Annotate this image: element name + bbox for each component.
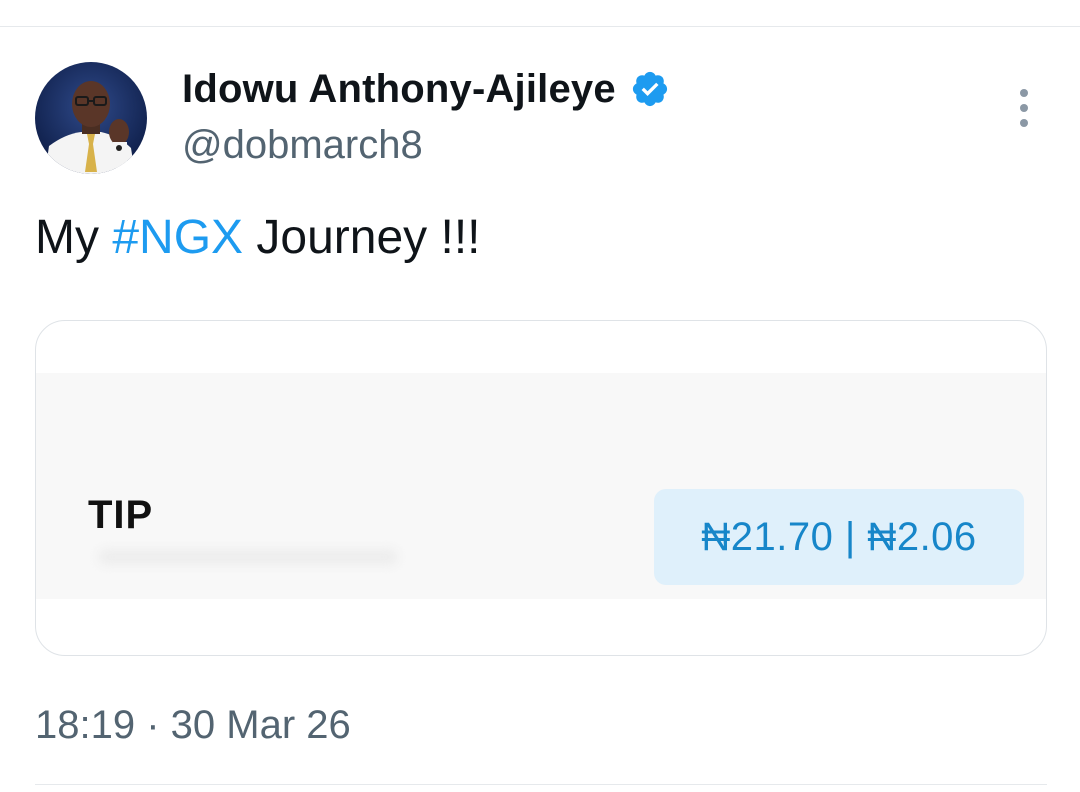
hashtag-link[interactable]: #NGX — [112, 211, 243, 264]
avatar-image — [35, 62, 147, 174]
ticker-symbol: TIP — [88, 493, 154, 537]
top-divider — [0, 26, 1080, 27]
more-dot — [1020, 119, 1028, 127]
avatar[interactable] — [35, 62, 147, 174]
more-vertical-icon — [1020, 89, 1028, 97]
tweet-page: Idowu Anthony-Ajileye @dobmarch8 My #NGX… — [0, 0, 1080, 792]
user-handle[interactable]: @dobmarch8 — [182, 122, 423, 168]
display-name-text[interactable]: Idowu Anthony-Ajileye — [182, 66, 616, 112]
tweet-text-before: My — [35, 211, 113, 264]
stock-row: TIP ₦21.70 | ₦2.06 — [36, 373, 1046, 599]
price-text: ₦21.70 | ₦2.06 — [701, 514, 977, 559]
more-options-button[interactable] — [1008, 86, 1040, 130]
tweet-text-after: Journey !!! — [243, 211, 481, 264]
bottom-divider — [35, 784, 1047, 785]
blurred-company-name — [98, 549, 398, 565]
more-dot — [1020, 104, 1028, 112]
tweet-timestamp[interactable]: 18:19 · 30 Mar 26 — [35, 702, 351, 748]
price-chip: ₦21.70 | ₦2.06 — [654, 489, 1024, 585]
verified-badge-icon — [630, 69, 670, 109]
display-name[interactable]: Idowu Anthony-Ajileye — [182, 66, 670, 112]
tweet-text: My #NGX Journey !!! — [35, 210, 481, 266]
media-image-card[interactable]: TIP ₦21.70 | ₦2.06 — [35, 320, 1047, 656]
